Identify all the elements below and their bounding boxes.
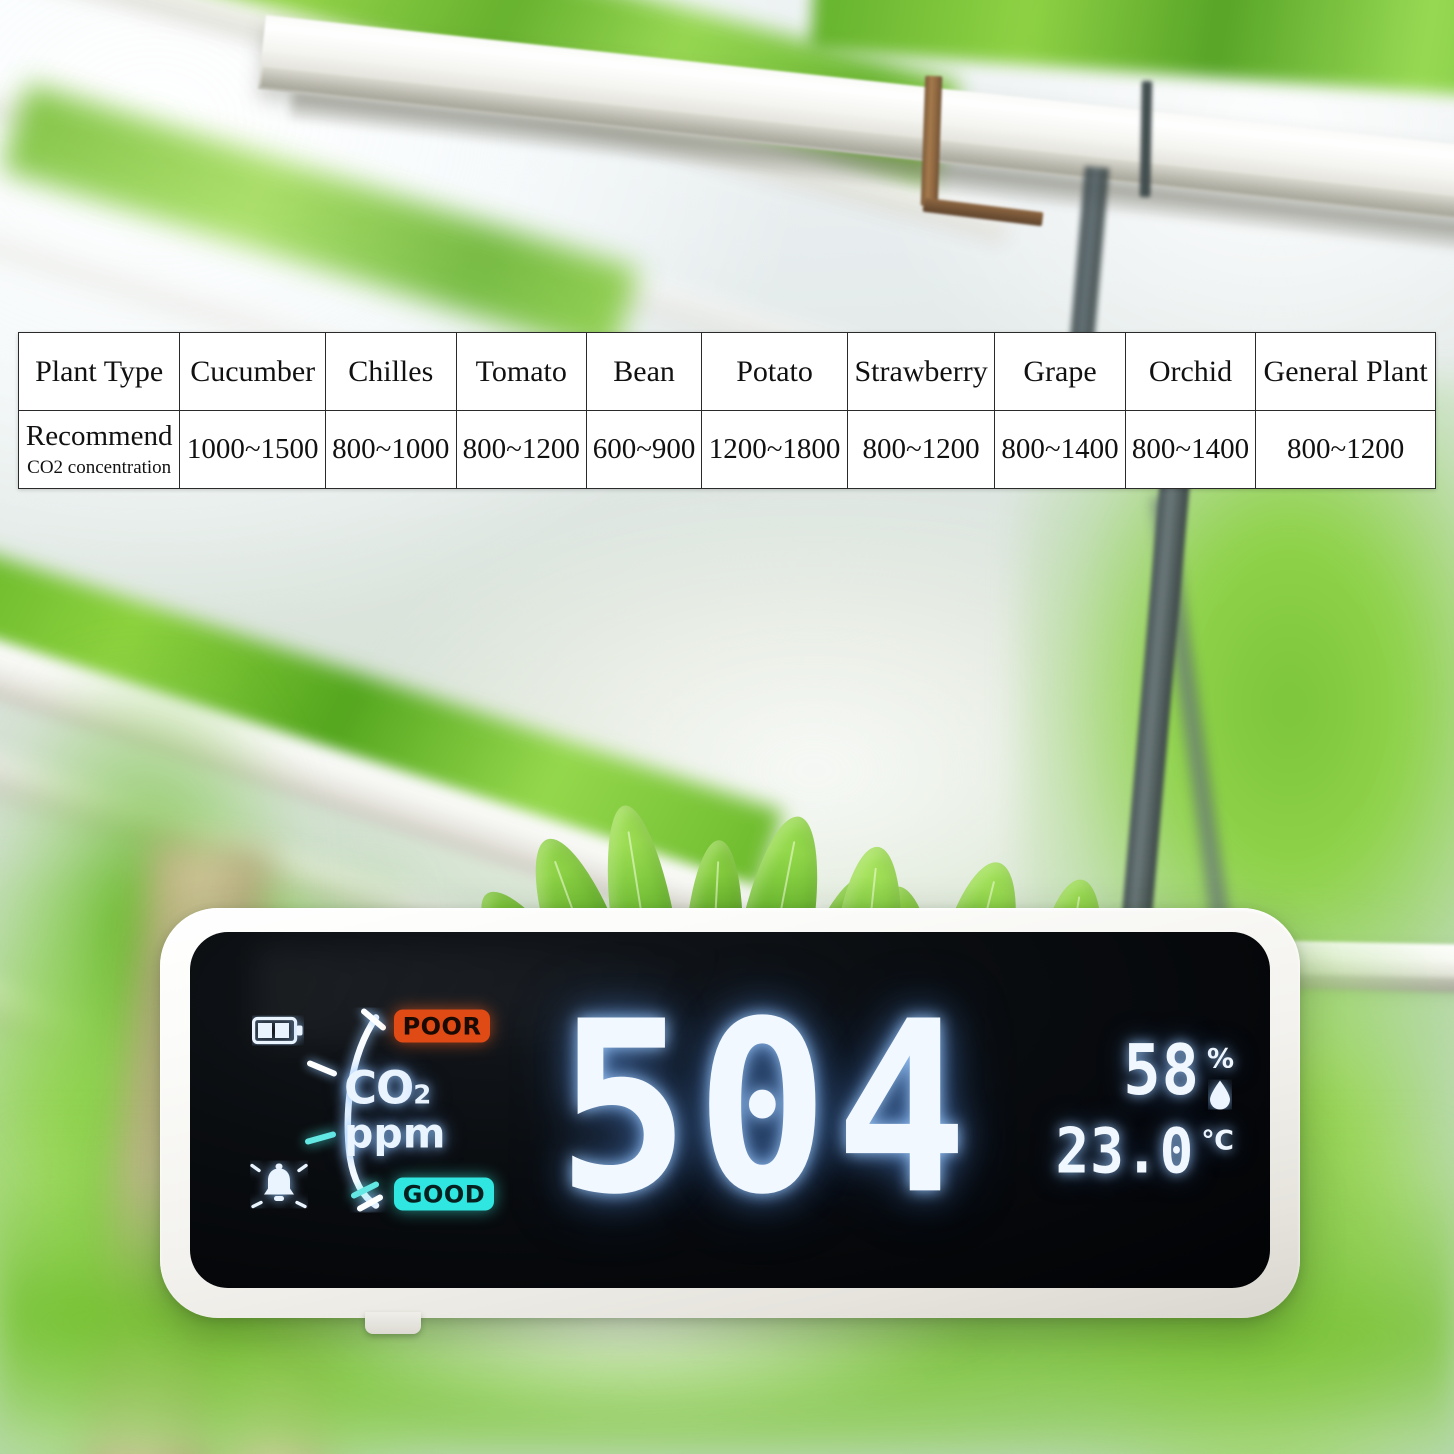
table-header-chilles: Chilles — [325, 332, 457, 411]
table-row: Recommend CO2 concentration 1000~1500 80… — [17, 410, 1436, 489]
cell-cucumber: 1000~1500 — [179, 410, 327, 489]
humidity-units: % — [1206, 1043, 1234, 1110]
table-header-bean: Bean — [585, 332, 703, 411]
table-header-grape: Grape — [994, 332, 1126, 411]
table-header-plant-type: Plant Type — [17, 332, 181, 411]
temperature-units: ℃ — [1201, 1127, 1234, 1154]
secondary-readouts: 58 % 23.0 ℃ — [1055, 1028, 1234, 1183]
co2-label-text: CO2 — [344, 1061, 431, 1115]
table-header-tomato: Tomato — [455, 332, 587, 411]
table-header-cucumber: Cucumber — [179, 332, 327, 411]
celsius-symbol: ℃ — [1201, 1125, 1234, 1157]
plant-co2-table: Plant Type Cucumber Chilles Tomato Bean … — [17, 332, 1436, 489]
cell-strawberry: 800~1200 — [846, 410, 996, 489]
table-header-strawberry: Strawberry — [846, 332, 996, 411]
cell-potato: 1200~1800 — [701, 410, 848, 489]
row-header-sub: CO2 concentration — [27, 457, 172, 479]
row-header-main: Recommend — [25, 420, 173, 453]
water-drop-icon — [1210, 1080, 1231, 1110]
cell-chilles: 800~1000 — [325, 410, 457, 489]
table-header-general-plant: General Plant — [1255, 332, 1436, 411]
percent-symbol: % — [1206, 1043, 1234, 1075]
cell-tomato: 800~1200 — [455, 410, 587, 489]
device-foot — [365, 1312, 421, 1334]
lcd-content: CO2 ppm POOR GOOD 504 58 % 23.0 ℃ — [190, 971, 1270, 1248]
ppm-label-text: ppm — [344, 1109, 446, 1158]
co2-monitor-device: CO2 ppm POOR GOOD 504 58 % 23.0 ℃ — [160, 908, 1300, 1334]
temperature-value: 23.0 — [1055, 1115, 1195, 1189]
cell-orchid: 800~1400 — [1124, 410, 1257, 489]
cell-grape: 800~1400 — [994, 410, 1126, 489]
temperature-readout: 23.0 ℃ — [1055, 1120, 1234, 1183]
table-row-header-recommend: Recommend CO2 concentration — [17, 410, 181, 489]
cell-bean: 600~900 — [585, 410, 703, 489]
humidity-value: 58 — [1123, 1028, 1200, 1111]
co2-unit-label: CO2 ppm — [344, 1066, 445, 1155]
table-header-potato: Potato — [701, 332, 848, 411]
co2-reading-value: 504 — [556, 971, 975, 1248]
humidity-readout: 58 % — [1066, 1028, 1234, 1111]
cell-general-plant: 800~1200 — [1255, 410, 1436, 489]
table-header-orchid: Orchid — [1124, 332, 1257, 411]
device-screen: CO2 ppm POOR GOOD 504 58 % 23.0 ℃ — [190, 932, 1270, 1288]
plant-co2-table-container: Plant Type Cucumber Chilles Tomato Bean … — [17, 332, 1436, 489]
table-header-row: Plant Type Cucumber Chilles Tomato Bean … — [17, 332, 1436, 411]
status-gauge-cluster: CO2 ppm POOR GOOD — [248, 1008, 494, 1213]
